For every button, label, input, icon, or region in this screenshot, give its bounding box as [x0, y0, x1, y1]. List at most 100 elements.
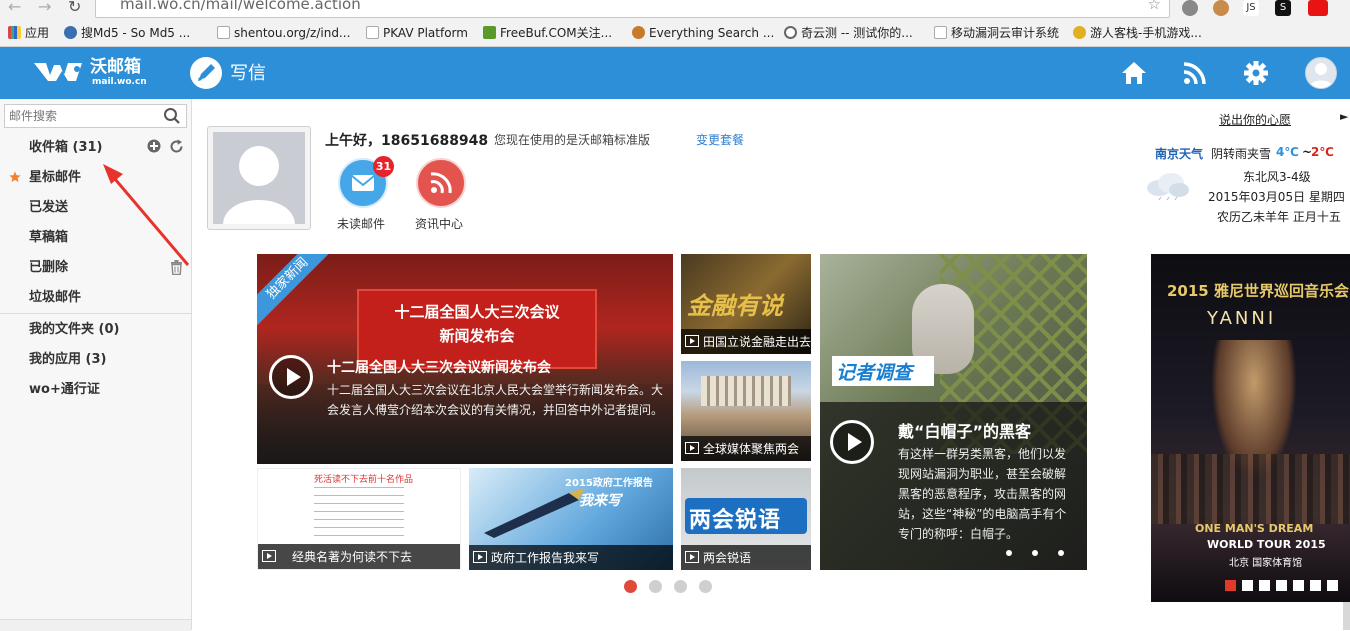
news-bottom-tile-report[interactable]: 2015政府工作报告 我来写 政府工作报告我来写 [469, 468, 673, 570]
search-icon[interactable] [163, 107, 181, 125]
rss-icon[interactable] [1181, 59, 1209, 87]
cloud-icon [1147, 173, 1189, 200]
pager-dot[interactable] [1032, 550, 1038, 556]
bookmark-shentou[interactable]: shentou.org/z/ind... [217, 25, 350, 42]
page-icon [217, 26, 230, 39]
sidebar-item-deleted[interactable]: 已删除 [29, 259, 68, 277]
ad-title: 2015 雅尼世界巡回音乐会 [1167, 282, 1349, 300]
weather-temp-high: 2℃ [1311, 145, 1334, 159]
pager-dot[interactable] [1058, 550, 1064, 556]
carousel-dot[interactable] [649, 580, 662, 593]
news-main-banner-line2: 新闻发布会 [439, 327, 515, 345]
compose-button[interactable]: 写信 [230, 63, 266, 85]
ad-slide-square[interactable] [1242, 580, 1253, 591]
sidebar-item-spam[interactable]: 垃圾邮件 [29, 289, 81, 307]
url-text: mail.wo.cn/mail/welcome.action [120, 0, 361, 13]
profile-photo[interactable] [207, 126, 311, 230]
greeting-text: 上午好，18651688948 [325, 133, 489, 149]
news-side-tile-finance[interactable]: 金融有说 田国立说金融走出去 [681, 254, 811, 354]
unread-count-badge: 31 [373, 156, 394, 177]
cookie-extension-icon[interactable] [1213, 0, 1229, 16]
search-magnifier-icon [632, 26, 645, 39]
ad-slide-square[interactable] [1276, 580, 1287, 591]
add-folder-icon[interactable] [147, 139, 161, 153]
sidebar-item-my-apps[interactable]: 我的应用 (3) [29, 351, 106, 369]
s-extension-icon[interactable]: S [1275, 0, 1291, 16]
ad-slide-square[interactable] [1327, 580, 1338, 591]
ad-slide-square[interactable] [1293, 580, 1304, 591]
news-side-tile-lianghui[interactable]: 两会锐语 两会锐语 [681, 468, 811, 570]
pager-dot[interactable] [1006, 550, 1012, 556]
news-caption: 田国立说金融走出去 [703, 335, 811, 349]
address-bar[interactable]: mail.wo.cn/mail/welcome.action ☆ [95, 0, 1170, 18]
ad-artist: YANNI [1207, 308, 1277, 329]
news-center-label[interactable]: 资讯中心 [415, 215, 463, 232]
video-icon [473, 551, 487, 563]
ad-tagline: ONE MAN'S DREAM [1195, 522, 1314, 535]
forward-arrow-icon[interactable]: → [38, 0, 51, 15]
news-side-tile-media[interactable]: 全球媒体聚焦两会 [681, 361, 811, 461]
sidebar-item-my-folders[interactable]: 我的文件夹 (0) [29, 321, 119, 339]
annotation-arrow [103, 164, 190, 266]
carousel-dot[interactable] [699, 580, 712, 593]
sidebar-item-sent[interactable]: 已发送 [29, 199, 68, 217]
gear-icon[interactable] [1242, 59, 1270, 87]
news-center-button[interactable] [416, 158, 466, 208]
bookmark-apps[interactable]: 应用 [8, 25, 49, 42]
unread-mail-label[interactable]: 未读邮件 [337, 215, 385, 232]
carousel-dot[interactable] [624, 580, 637, 593]
news-main-banner-line1: 十二届全国人大三次会议 [394, 303, 560, 321]
js-extension-icon[interactable]: JS [1243, 0, 1259, 16]
weather-city[interactable]: 南京天气 [1155, 145, 1203, 162]
news-feature-title[interactable]: 戴“白帽子”的黑客 [898, 418, 1031, 442]
weather-description: 阴转雨夹雪 [1211, 147, 1272, 161]
news-feature-tile[interactable]: 记者调查 戴“白帽子”的黑客 有这样一群另类黑客，他们以发现网站漏洞为职业，甚至… [820, 254, 1087, 570]
red-extension-icon[interactable] [1308, 0, 1328, 16]
change-plan-link[interactable]: 变更套餐 [696, 131, 744, 148]
bookmark-qiyunce[interactable]: 奇云测 -- 测试你的... [784, 25, 913, 42]
bookmark-star-icon[interactable]: ☆ [1148, 0, 1161, 13]
pen-art-icon [484, 488, 584, 538]
mail-search-input[interactable] [4, 104, 187, 128]
page-icon [934, 26, 947, 39]
ad-slide-square[interactable] [1225, 580, 1236, 591]
refresh-icon[interactable] [169, 139, 184, 154]
page-icon [366, 26, 379, 39]
news-main-tile[interactable]: 十二届全国人大三次会议 新闻发布会 独家新闻 十二届全国人大三次会议新闻发布会 … [257, 254, 673, 464]
sidebar-item-inbox[interactable]: 收件箱 (31) [29, 139, 103, 157]
bookmark-freebuf[interactable]: FreeBuf.COM关注... [483, 25, 612, 42]
bookmark-somd5[interactable]: 搜Md5 - So Md5 ... [64, 25, 190, 42]
caret-right-icon[interactable]: ► [1340, 110, 1348, 123]
news-bottom-tile-classics[interactable]: 死活读不下去前十名作品 经典名著为何读不下去 [257, 468, 461, 570]
yanni-concert-ad[interactable]: 2015 雅尼世界巡回音乐会 YANNI ONE MAN'S DREAM WOR… [1151, 254, 1350, 602]
ad-slide-square[interactable] [1259, 580, 1270, 591]
globe-extension-icon[interactable] [1182, 0, 1198, 16]
sidebar-item-starred[interactable]: 星标邮件 [29, 169, 81, 187]
bookmark-pkav[interactable]: PKAV Platform [366, 25, 468, 42]
bookmark-everything[interactable]: Everything Search ... [632, 25, 774, 42]
back-arrow-icon[interactable]: ← [8, 0, 21, 15]
sidebar-footer [0, 619, 191, 631]
video-icon [685, 551, 699, 563]
feedback-link[interactable]: 说出你的心愿 [1219, 111, 1291, 128]
carousel-dot[interactable] [674, 580, 687, 593]
bookmark-yidong[interactable]: 移动漏洞云审计系统 [934, 25, 1059, 42]
home-icon[interactable] [1120, 59, 1148, 87]
reload-icon[interactable]: ↻ [68, 0, 81, 15]
sidebar-item-wo-pass[interactable]: wo+通行证 [29, 381, 100, 399]
weather-lunar-date: 农历乙未羊年 正月十五 [1217, 210, 1341, 224]
play-video-icon[interactable] [269, 355, 313, 399]
ad-slide-square[interactable] [1310, 580, 1321, 591]
lianghui-art: 两会锐语 [689, 508, 782, 533]
bookmark-youren[interactable]: 游人客栈-手机游戏... [1073, 25, 1202, 42]
news-main-title[interactable]: 十二届全国人大三次会议新闻发布会 [327, 357, 551, 377]
user-avatar-icon[interactable] [1305, 57, 1337, 89]
weather-temp-low: 4℃ [1276, 145, 1299, 159]
apps-grid-icon [8, 26, 21, 39]
sidebar-item-drafts[interactable]: 草稿箱 [29, 229, 68, 247]
play-video-icon[interactable] [830, 420, 874, 464]
wo-logo-icon [34, 63, 82, 81]
page-scrollbar[interactable] [1343, 602, 1350, 630]
wo-mail-logo[interactable]: 沃邮箱 mail.wo.cn [32, 55, 152, 91]
compose-pen-icon[interactable] [190, 57, 222, 89]
